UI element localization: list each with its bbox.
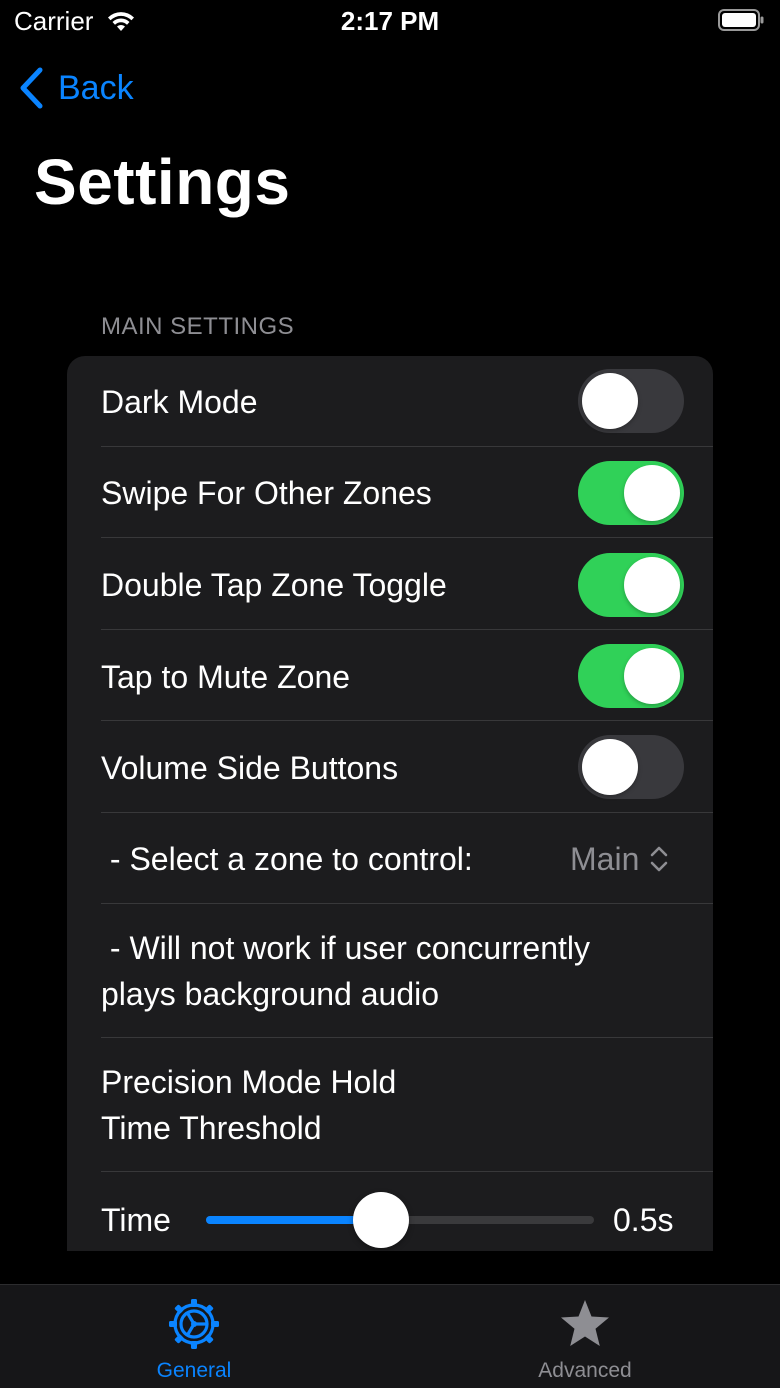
tab-general-label: General <box>156 1359 232 1382</box>
toggle-knob <box>624 648 680 704</box>
toggle-knob <box>624 557 680 613</box>
tab-advanced-label: Advanced <box>538 1359 632 1382</box>
dark-mode-toggle[interactable] <box>578 369 684 433</box>
precision-line-2: Time Threshold <box>101 1110 322 1146</box>
row-dark-mode: Dark Mode <box>67 356 713 447</box>
toggle-knob <box>582 739 638 795</box>
row-double-tap: Double Tap Zone Toggle <box>67 538 713 630</box>
status-bar: Carrier 2:17 PM <box>0 0 780 44</box>
tap-mute-label: Tap to Mute Zone <box>101 659 351 695</box>
precision-line-1: Precision Mode Hold <box>101 1064 397 1100</box>
row-note: - Will not work if user concurrently pla… <box>67 904 713 1038</box>
tab-advanced[interactable]: Advanced <box>485 1285 685 1388</box>
volume-buttons-toggle[interactable] <box>578 735 684 799</box>
status-time: 2:17 PM <box>340 6 440 36</box>
row-select-zone: - Select a zone to control: Main <box>67 813 713 904</box>
main-settings-group: Dark Mode Swipe For Other Zones Double T… <box>67 356 713 1251</box>
zone-picker[interactable]: Main <box>570 836 669 882</box>
select-zone-label: - Select a zone to control: <box>101 841 473 877</box>
tab-general[interactable]: General <box>94 1285 294 1388</box>
tab-bar: General Advanced <box>0 1284 780 1388</box>
row-swipe-zones: Swipe For Other Zones <box>67 447 713 538</box>
tap-mute-toggle[interactable] <box>578 644 684 708</box>
row-volume-buttons: Volume Side Buttons <box>67 721 713 813</box>
toggle-knob <box>624 465 680 521</box>
double-tap-label: Double Tap Zone Toggle <box>101 567 447 603</box>
section-header: MAIN SETTINGS <box>101 313 295 340</box>
dark-mode-label: Dark Mode <box>101 384 258 420</box>
chevron-up-down-icon <box>651 846 668 872</box>
double-tap-toggle[interactable] <box>578 553 684 617</box>
slider-thumb[interactable] <box>352 1192 409 1248</box>
note-line-2: plays background audio <box>101 976 440 1012</box>
swipe-zones-toggle[interactable] <box>578 461 684 525</box>
time-value: 0.5s <box>613 1202 674 1238</box>
page-title: Settings <box>34 146 291 218</box>
zone-picker-value: Main <box>570 840 640 877</box>
gear-icon <box>167 1297 221 1351</box>
time-label: Time <box>101 1202 171 1238</box>
back-button[interactable]: Back <box>18 64 134 112</box>
row-time: Time 0.5s <box>67 1172 713 1251</box>
time-slider[interactable] <box>206 1192 594 1248</box>
row-tap-mute: Tap to Mute Zone <box>67 630 713 721</box>
chevron-left-icon <box>20 67 43 109</box>
star-icon <box>558 1297 612 1351</box>
swipe-zones-label: Swipe For Other Zones <box>101 475 432 511</box>
row-precision-mode: Precision Mode Hold Time Threshold <box>67 1038 713 1172</box>
back-label: Back <box>58 68 134 107</box>
toggle-knob <box>582 373 638 429</box>
note-line-1: - Will not work if user concurrently <box>101 930 591 966</box>
battery-icon <box>718 9 764 31</box>
volume-buttons-label: Volume Side Buttons <box>101 750 399 786</box>
